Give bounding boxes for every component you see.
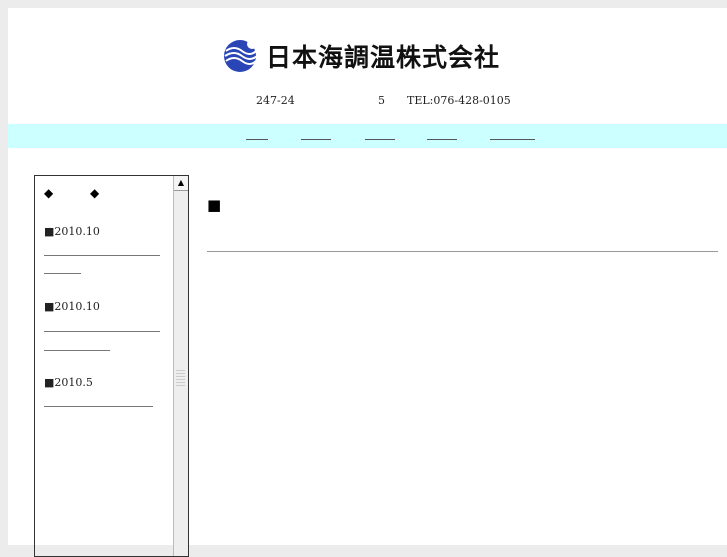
- sidebar-scrollbar[interactable]: ▲: [173, 176, 188, 556]
- diamond-icon: ◆: [90, 186, 100, 200]
- scroll-up-arrow-icon[interactable]: ▲: [174, 176, 188, 191]
- nav-link-1[interactable]: [246, 139, 268, 140]
- news-date: ■2010.10: [44, 300, 100, 313]
- address-postal: 247-24: [256, 94, 295, 107]
- news-link[interactable]: [44, 255, 160, 256]
- news-sidebar: ◆ ◆ ■2010.10 ■2010.10 ■2010.5 ▲: [34, 175, 189, 557]
- address-number: 5: [378, 94, 385, 107]
- logo-wave-icon: [224, 39, 258, 72]
- phone-number: TEL:076-428-0105: [407, 94, 511, 107]
- news-date: ■2010.10: [44, 225, 100, 238]
- content-heading-mark: ■: [207, 196, 222, 214]
- scroll-grip-icon[interactable]: [176, 368, 185, 386]
- news-link[interactable]: [44, 273, 81, 274]
- page: 日本海調温株式会社 247-24 5 TEL:076-428-0105 ◆ ◆ …: [8, 8, 727, 557]
- nav-bar: [8, 124, 727, 148]
- nav-link-3[interactable]: [365, 139, 395, 140]
- news-link[interactable]: [44, 406, 153, 407]
- nav-link-2[interactable]: [301, 139, 331, 140]
- diamond-icon: ◆: [44, 186, 54, 200]
- news-link[interactable]: [44, 331, 160, 332]
- news-link[interactable]: [44, 350, 110, 351]
- company-logo[interactable]: 日本海調温株式会社: [222, 38, 500, 74]
- news-date: ■2010.5: [44, 376, 93, 389]
- company-name: 日本海調温株式会社: [266, 43, 501, 72]
- nav-link-5[interactable]: [490, 139, 535, 140]
- content-divider: [207, 251, 718, 252]
- nav-link-4[interactable]: [427, 139, 457, 140]
